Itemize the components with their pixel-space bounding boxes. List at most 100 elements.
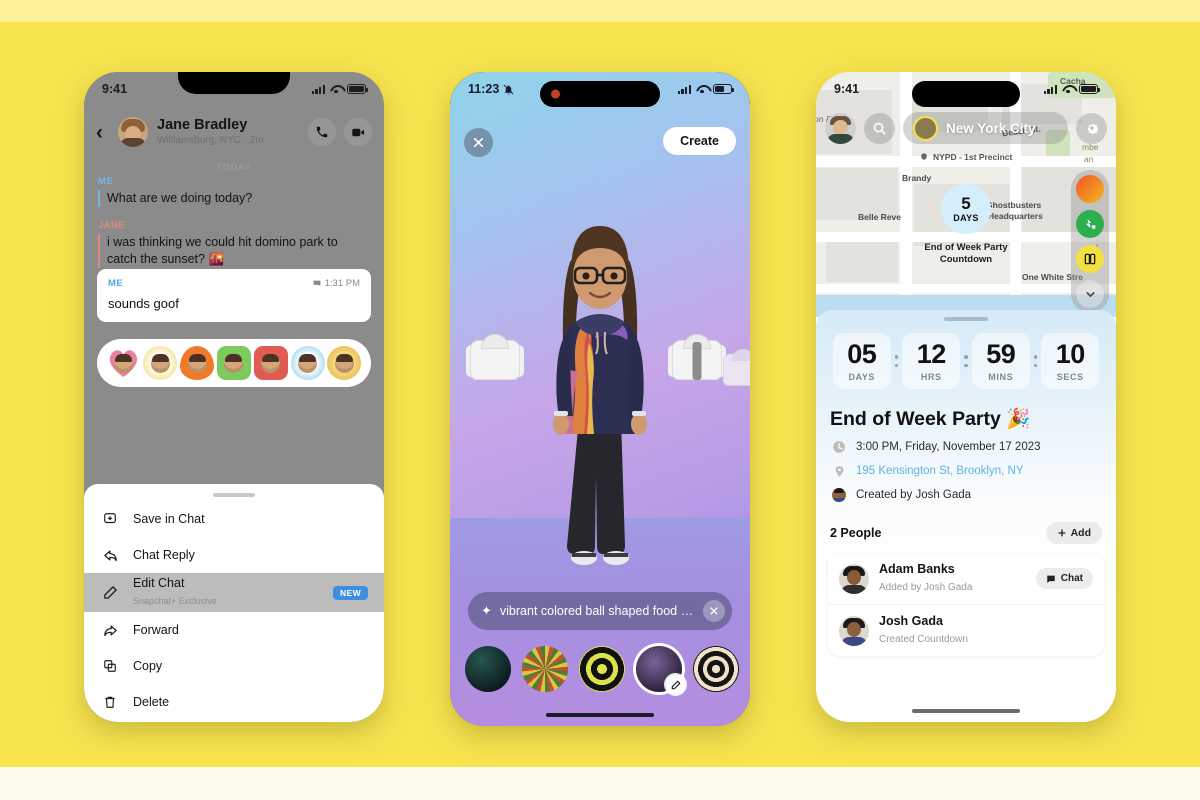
chat-screen: 9:41 ‹ Jane Bradley Williamsburg, NYC · … — [84, 72, 384, 722]
city-search-pill[interactable]: New York City — [903, 112, 1068, 144]
people-count: 2 People — [830, 526, 882, 540]
wifi-icon — [330, 85, 342, 94]
menu-item-edit-chat[interactable]: Edit Chat Snapchat+ Exclusive NEW — [84, 573, 384, 612]
fire-reaction[interactable] — [180, 346, 215, 380]
selected-message-bubble[interactable]: ME 1:31 PM sounds goof — [97, 269, 371, 322]
countdown-map-pin[interactable]: 5 DAYS — [941, 184, 991, 234]
story-thumbnail[interactable] — [913, 115, 938, 141]
search-icon[interactable] — [864, 112, 895, 144]
bitmoji-avatar[interactable] — [537, 192, 663, 592]
event-place-row[interactable]: 195 Kensington St, Brooklyn, NY — [831, 463, 1116, 479]
smile-reaction[interactable] — [143, 346, 178, 380]
colon-separator — [894, 355, 899, 367]
menu-item-forward[interactable]: Forward — [84, 612, 384, 648]
ai-prompt-bar[interactable]: ✦ vibrant colored ball shaped food p… — [468, 592, 732, 630]
event-time-row: 3:00 PM, Friday, November 17 2023 — [831, 439, 1116, 455]
list-item[interactable]: Josh Gada Created Countdown — [828, 604, 1104, 656]
menu-label: Save in Chat — [133, 511, 205, 526]
sheet-drag-handle[interactable] — [213, 493, 255, 497]
phone-call-icon[interactable] — [308, 118, 336, 146]
countdown-value: 59 — [986, 338, 1016, 369]
message-sender: ME — [98, 176, 114, 187]
heart-reaction[interactable] — [106, 346, 140, 380]
menu-item-save-in-chat[interactable]: Save in Chat — [84, 501, 384, 537]
video-call-icon[interactable] — [344, 118, 372, 146]
signal-bars-icon — [677, 84, 691, 94]
style-thumb-4[interactable] — [636, 646, 685, 694]
event-creator-row: Created by Josh Gada — [831, 487, 1116, 503]
event-address[interactable]: 195 Kensington St, Brooklyn, NY — [856, 465, 1024, 477]
menu-item-copy[interactable]: Copy — [84, 648, 384, 684]
close-icon[interactable] — [464, 128, 493, 157]
reaction-picker[interactable] — [97, 339, 371, 387]
poster-canvas: 9:41 ‹ Jane Bradley Williamsburg, NYC · … — [0, 0, 1200, 800]
countdown-detail-card: 05 DAYS 12 HRS 59 MINS 10 SECS End of We… — [816, 310, 1116, 722]
create-button[interactable]: Create — [663, 127, 736, 155]
style-thumb-5[interactable] — [693, 646, 739, 692]
style-thumb-2[interactable] — [522, 646, 568, 692]
signal-bars-icon — [311, 84, 325, 94]
card-drag-handle[interactable] — [944, 317, 988, 321]
heat-map-button[interactable] — [1076, 175, 1104, 203]
wifi-icon — [696, 85, 708, 94]
back-button[interactable]: ‹ — [96, 122, 114, 143]
style-thumb-1[interactable] — [465, 646, 511, 692]
thumbs-up-reaction[interactable] — [216, 346, 251, 380]
avatar — [839, 563, 869, 594]
map-controls[interactable] — [1071, 170, 1109, 313]
bubble-timestamp: 1:31 PM — [312, 278, 360, 289]
phone-mockup-map-countdown: Cacha on Pl Beach St. Brandy Belle Reve … — [816, 72, 1116, 722]
precinct-label: NYPD - 1st Precinct — [816, 152, 1116, 162]
dynamic-island — [912, 81, 1020, 107]
shield-icon — [920, 153, 927, 160]
city-name: New York City — [946, 120, 1036, 136]
edit-style-icon[interactable] — [666, 675, 685, 694]
menu-item-chat-reply[interactable]: Chat Reply — [84, 537, 384, 573]
location-pin-icon — [831, 463, 847, 479]
camera-dot-icon — [551, 89, 560, 99]
style-thumbnail-carousel[interactable] — [450, 642, 750, 696]
colon-separator — [964, 355, 968, 367]
countdown-label: HRS — [920, 371, 942, 382]
chat-contact-status: Williamsburg, NYC · 2m — [157, 134, 264, 146]
list-item[interactable]: Adam Banks Added by Josh Gada Chat — [828, 553, 1104, 604]
style-thumb-3[interactable] — [579, 646, 625, 692]
menu-label: Forward — [133, 622, 179, 637]
prompt-text: vibrant colored ball shaped food p… — [499, 604, 697, 618]
battery-full-icon — [1079, 84, 1101, 94]
chat-button[interactable]: Chat — [1035, 568, 1093, 589]
add-people-button[interactable]: Add — [1045, 522, 1102, 544]
map-top-bar: New York City — [816, 106, 1116, 150]
profile-avatar[interactable] — [825, 112, 856, 144]
collapse-controls-button[interactable] — [1076, 280, 1104, 308]
clear-prompt-icon[interactable] — [703, 600, 725, 622]
outfit-option-right[interactable] — [668, 330, 726, 388]
memories-map-button[interactable] — [1076, 245, 1104, 273]
gear-icon[interactable] — [1076, 112, 1107, 144]
friends-map-button[interactable] — [1076, 210, 1104, 238]
clock-icon — [831, 439, 847, 455]
thumbs-down-reaction[interactable] — [253, 346, 288, 380]
mind-blown-reaction[interactable] — [327, 346, 362, 380]
battery-medium-icon — [713, 84, 735, 94]
reply-icon — [100, 548, 120, 563]
countdown-days: 05 DAYS — [832, 333, 891, 389]
countdown-value: 10 — [1055, 338, 1086, 369]
avatar-studio-screen: 11:23 Create ✦ vibrant colored ball shap… — [450, 72, 750, 726]
map-label: Headquarters — [988, 211, 1043, 221]
pin-days-label: DAYS — [953, 213, 979, 223]
status-time: 9:41 — [102, 82, 128, 96]
outfit-option-far-right[interactable] — [720, 346, 750, 392]
message-text: i was thinking we could hit domino park … — [98, 234, 370, 268]
chat-message: JANE i was thinking we could hit domino … — [98, 220, 370, 268]
status-time: 9:41 — [834, 82, 860, 96]
message-text: What are we doing today? — [98, 190, 370, 207]
cry-reaction[interactable] — [290, 346, 325, 380]
menu-item-delete[interactable]: Delete — [84, 684, 384, 720]
status-time: 11:23 — [468, 82, 500, 96]
countdown-seconds: 10 SECS — [1041, 333, 1100, 389]
outfit-option-left[interactable] — [466, 330, 524, 388]
avatar[interactable] — [118, 117, 148, 147]
countdown-value: 12 — [916, 338, 947, 369]
plus-icon — [1057, 529, 1066, 537]
